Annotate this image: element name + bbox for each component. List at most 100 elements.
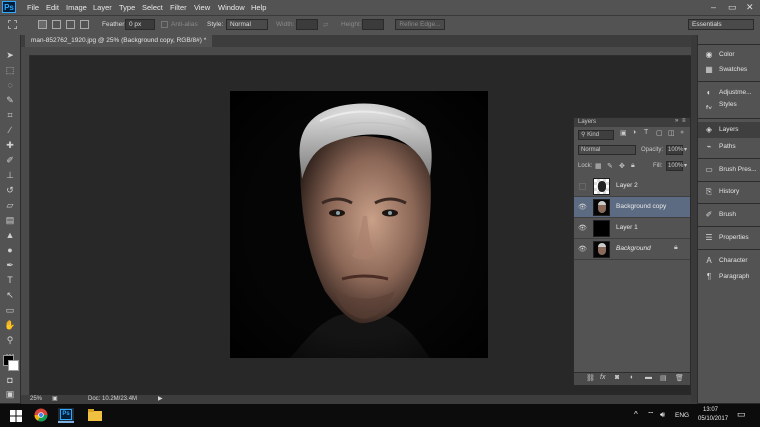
eye-icon[interactable]: 👁︎ [578, 224, 587, 232]
menu-filter[interactable]: Filter [170, 3, 187, 12]
paths-panel-button[interactable]: ⌁ Paths [698, 139, 760, 155]
portrait-image[interactable] [230, 91, 488, 358]
rectangle-tool-icon[interactable]: ▭ [4, 304, 16, 316]
intersect-selection-icon[interactable] [80, 20, 89, 29]
quick-selection-icon[interactable]: ✎ [4, 94, 16, 106]
brush-tool-icon[interactable]: ✐ [4, 154, 16, 166]
marquee-tool-icon[interactable]: ⬚ [4, 64, 16, 76]
file-explorer-icon[interactable] [88, 408, 104, 423]
panel-menu-icon[interactable]: ≡ [682, 118, 686, 124]
visibility-toggle[interactable] [579, 183, 586, 190]
swap-icon[interactable]: ⇄ [323, 21, 328, 29]
filter-toggle-icon[interactable]: ● [680, 129, 684, 136]
layer-name[interactable]: Layer 2 [616, 182, 638, 189]
new-group-icon[interactable]: ▬ [645, 374, 652, 381]
type-tool-icon[interactable]: T [4, 274, 16, 286]
language-indicator[interactable]: ENG [675, 412, 689, 419]
menu-help[interactable]: Help [251, 3, 266, 12]
marquee-tool-icon[interactable] [8, 20, 17, 29]
clock-time[interactable]: 13:07 [703, 407, 718, 413]
notification-icon[interactable]: ▭ [737, 409, 746, 420]
document-tab[interactable]: man-852762_1920.jpg @ 25% (Background co… [25, 35, 213, 47]
character-panel-button[interactable]: A Character [698, 253, 760, 269]
quick-mask-icon[interactable]: ◘ [4, 374, 16, 386]
new-layer-icon[interactable]: ▤ [660, 374, 667, 382]
link-layers-icon[interactable]: ⛓︎ [586, 374, 595, 382]
blend-mode-dropdown[interactable]: Normal [578, 145, 636, 155]
eyedropper-icon[interactable]: ∕ [4, 124, 16, 136]
history-panel-button[interactable]: ⎘ History [698, 184, 760, 200]
close-button[interactable]: ✕ [746, 2, 754, 13]
chrome-icon[interactable] [34, 408, 50, 423]
subtract-selection-icon[interactable] [66, 20, 75, 29]
layer-row-selected[interactable]: 👁︎ Background copy [574, 197, 690, 218]
color-panel-button[interactable]: ◉ Color [698, 47, 760, 63]
layers-tab[interactable]: Layers [578, 119, 596, 125]
eraser-tool-icon[interactable]: ▱ [4, 199, 16, 211]
brush-panel-button[interactable]: ✐ Brush [698, 207, 760, 223]
volume-icon[interactable]: 🔊︎ [660, 410, 665, 420]
gradient-tool-icon[interactable]: ▤ [4, 214, 16, 226]
new-selection-icon[interactable] [38, 20, 47, 29]
healing-brush-icon[interactable]: ✚ [4, 139, 16, 151]
opacity-input[interactable]: 100% [666, 145, 683, 155]
clock-date[interactable]: 05/10/2017 [698, 416, 728, 422]
brush-presets-panel-button[interactable]: ▭ Brush Pres... [698, 162, 760, 178]
network-icon[interactable]: ⌔ [647, 410, 655, 420]
status-icon[interactable]: ▣ [52, 395, 58, 404]
menu-select[interactable]: Select [142, 3, 163, 12]
refine-edge-button[interactable]: Refine Edge... [395, 19, 445, 30]
crop-tool-icon[interactable]: ⌗ [4, 109, 16, 121]
add-mask-icon[interactable]: ◙ [615, 374, 619, 381]
layer-name[interactable]: Background [616, 245, 651, 252]
layer-row[interactable]: Layer 2 [574, 176, 690, 197]
maximize-button[interactable]: ▭ [728, 2, 737, 13]
feather-input[interactable]: 0 px [125, 19, 155, 30]
dodge-tool-icon[interactable]: ● [4, 244, 16, 256]
lock-pixels-icon[interactable]: ✎ [607, 162, 613, 170]
hand-tool-icon[interactable]: ✋ [4, 319, 16, 331]
opacity-arrow-icon[interactable]: ▾ [684, 146, 687, 153]
history-brush-icon[interactable]: ↺ [4, 184, 16, 196]
filter-smart-icon[interactable]: ◫ [668, 129, 675, 137]
lock-position-icon[interactable]: ✥ [619, 162, 625, 170]
layers-panel-button[interactable]: ◈ Layers [698, 122, 760, 138]
eye-icon[interactable]: 👁︎ [578, 245, 587, 253]
zoom-level[interactable]: 25% [30, 395, 42, 404]
menu-type[interactable]: Type [119, 3, 135, 12]
photoshop-taskbar-icon[interactable]: Ps [58, 408, 74, 423]
properties-panel-button[interactable]: ☰ Properties [698, 230, 760, 246]
filter-kind-dropdown[interactable]: ⚲ Kind [578, 130, 614, 140]
fill-arrow-icon[interactable]: ▾ [684, 162, 687, 169]
workspace-dropdown[interactable]: Essentials [688, 19, 754, 30]
height-input[interactable] [362, 19, 384, 30]
width-input[interactable] [296, 19, 318, 30]
status-arrow-icon[interactable]: ▶ [158, 395, 163, 404]
adjustments-panel-button[interactable]: ◐ Adjustme... [698, 85, 760, 101]
path-selection-icon[interactable]: ↖ [4, 289, 16, 301]
filter-type-icon[interactable]: T [644, 129, 648, 136]
trash-icon[interactable]: 🗑︎ [675, 374, 684, 382]
layer-name[interactable]: Layer 1 [616, 224, 638, 231]
menu-image[interactable]: Image [66, 3, 87, 12]
clone-stamp-icon[interactable]: ⊥ [4, 169, 16, 181]
lock-all-icon[interactable]: 🔒︎ [631, 162, 635, 170]
swatches-panel-button[interactable]: ▦ Swatches [698, 62, 760, 78]
menu-view[interactable]: View [194, 3, 210, 12]
fx-icon[interactable]: fx [600, 374, 605, 381]
eye-icon[interactable]: 👁︎ [578, 203, 587, 211]
move-tool-icon[interactable]: ➤ [4, 49, 16, 61]
background-color-swatch[interactable] [8, 360, 19, 371]
filter-pixel-icon[interactable]: ▣ [620, 129, 627, 137]
menu-window[interactable]: Window [218, 3, 245, 12]
antialias-checkbox[interactable] [161, 21, 168, 28]
paragraph-panel-button[interactable]: ¶ Paragraph [698, 269, 760, 285]
filter-shape-icon[interactable]: ▢ [656, 129, 663, 137]
zoom-tool-icon[interactable]: ⚲ [4, 334, 16, 346]
filter-adjustment-icon[interactable]: ◑ [632, 129, 636, 136]
menu-file[interactable]: File [27, 3, 39, 12]
windows-start-icon[interactable] [8, 408, 24, 423]
layer-row[interactable]: 👁︎ Background 🔒︎ [574, 239, 690, 260]
styles-panel-button[interactable]: fx Styles [698, 101, 760, 109]
collapse-icon[interactable]: » [675, 118, 678, 124]
